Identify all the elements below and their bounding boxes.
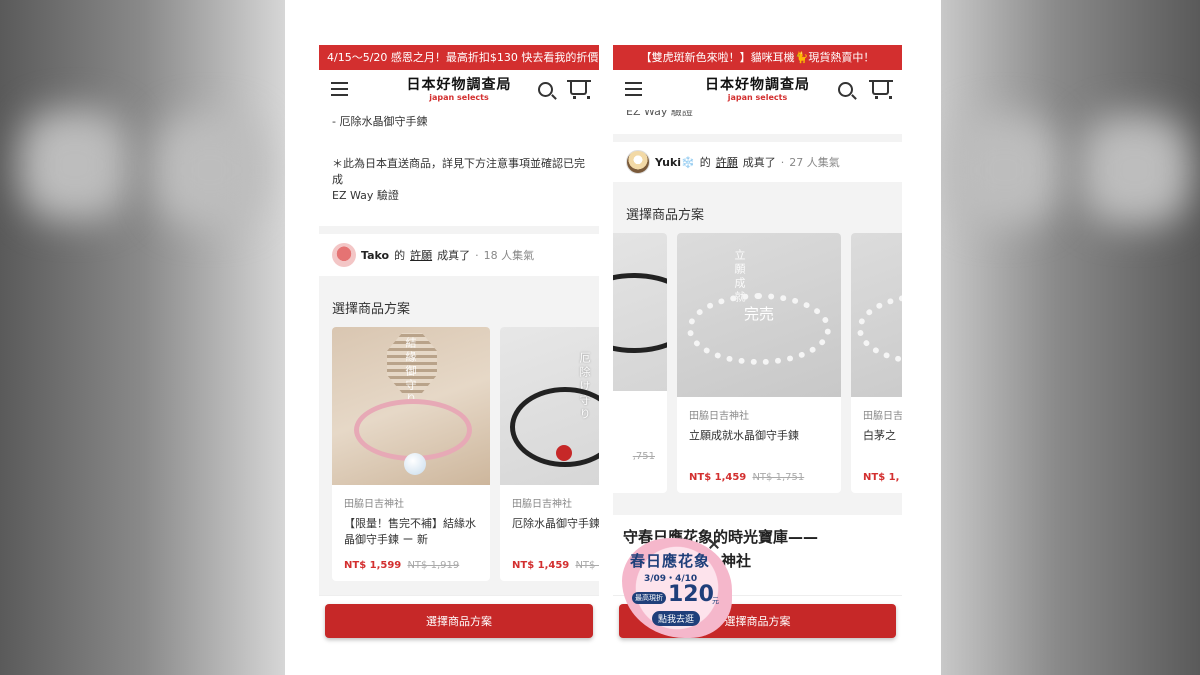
card-title: 厄除水晶御守手鍊 xyxy=(512,517,599,530)
card-price: NT$ 1,459 xyxy=(689,472,747,483)
promo-label: 最高現折 xyxy=(632,592,666,604)
card-price: NT$ 1,459 xyxy=(512,560,570,571)
crystal-bead xyxy=(404,453,426,475)
plan-carousel[interactable]: 結緣御守り 田脇日吉神社 【限量！售完不補】結緣水晶御守手鍊 ー 新 NT$ 1… xyxy=(332,327,599,581)
logo-title: 日本好物調查局 xyxy=(705,77,810,93)
card-price: NT$ 1,599 xyxy=(344,560,402,571)
plan-section-title: 選擇商品方案 xyxy=(332,302,411,317)
bottom-action-bar: 選擇商品方案 xyxy=(319,595,599,645)
card-brand: 田脇日吉神社 xyxy=(344,499,404,510)
wish-username: Yuki❄️ xyxy=(655,155,695,169)
background-blur-shape xyxy=(155,115,265,225)
cart-icon[interactable] xyxy=(869,80,893,99)
section-divider xyxy=(613,134,902,142)
card-brand: 田脇日吉神社 xyxy=(689,411,749,422)
wish-count: 18 人集氣 xyxy=(483,249,535,262)
card-title: 立願成就水晶御守手鍊 xyxy=(689,429,799,442)
site-logo[interactable]: 日本好物調查局 japan selects xyxy=(319,77,599,103)
image-text: 結緣御守り xyxy=(404,337,417,407)
background-blur-shape xyxy=(1080,115,1190,225)
choose-plan-button[interactable]: 選擇商品方案 xyxy=(325,604,593,638)
shipping-note: EZ Way 驗證 xyxy=(332,189,399,202)
promo-title: 春日應花象 xyxy=(630,552,711,570)
wish-separator: · xyxy=(780,155,785,169)
close-icon[interactable] xyxy=(708,538,720,550)
wish-fulfilled-row: Tako 的 許願 成真了 · 18 人集氣 xyxy=(319,234,599,276)
product-image: 厄除け守り xyxy=(500,327,599,485)
wish-fulfilled-row: Yuki❄️ 的 許願 成真了 · 27 人集氣 xyxy=(613,142,902,182)
site-logo[interactable]: 日本好物調查局 japan selects xyxy=(613,77,902,103)
wish-username: Tako xyxy=(361,248,390,262)
product-image xyxy=(613,233,667,391)
cart-icon[interactable] xyxy=(567,80,591,99)
wish-text: 的 xyxy=(394,249,406,262)
plan-card[interactable]: 立願成就 完売 田脇日吉神社 立願成就水晶御守手鍊 NT$ 1,459 NT$ … xyxy=(677,233,841,493)
logo-subtitle: japan selects xyxy=(727,93,788,102)
promo-go-button[interactable]: 點我去逛 xyxy=(652,611,701,626)
avatar xyxy=(332,243,356,267)
bracelet-illustration xyxy=(857,293,902,365)
wish-link[interactable]: 許願 xyxy=(410,247,432,263)
wish-link[interactable]: 許願 xyxy=(716,154,738,170)
site-header: 日本好物調查局 japan selects xyxy=(319,70,599,110)
promo-banner[interactable]: 【雙虎斑新色來啦！】貓咪耳機🐈現貨熱賣中！ xyxy=(613,45,902,70)
plan-card[interactable]: 結緣御守り 田脇日吉神社 【限量！售完不補】結緣水晶御守手鍊 ー 新 NT$ 1… xyxy=(332,327,490,581)
card-title: 白茅之 xyxy=(863,429,896,442)
search-icon[interactable] xyxy=(538,82,553,97)
promo-amount: 120 xyxy=(668,582,714,607)
bracelet-illustration xyxy=(613,273,667,353)
logo-title: 日本好物調查局 xyxy=(406,77,512,93)
background-blur-shape xyxy=(950,115,1060,225)
search-icon[interactable] xyxy=(838,82,853,97)
phone-screen-left: 4/15～5/20 感恩之月！最高折扣$130 快去看我的折價 日本好物調查局 … xyxy=(319,45,599,645)
wish-text: 的 xyxy=(699,156,711,169)
card-brand: 田脇日吉神社 xyxy=(512,499,572,510)
card-title xyxy=(613,407,655,443)
avatar xyxy=(626,150,650,174)
site-header: 日本好物調查局 japan selects xyxy=(613,70,902,110)
plan-section-title: 選擇商品方案 xyxy=(626,208,705,223)
wish-count: 27 人集氣 xyxy=(789,156,840,169)
card-original-price: NT$ 1,751 xyxy=(575,560,599,571)
plan-card[interactable]: 田脇日吉神社 白茅之 NT$ 1, xyxy=(851,233,902,493)
shipping-note: ＊此為日本直送商品，詳見下方注意事項並確認已完成 xyxy=(332,157,585,186)
promo-unit: 元 xyxy=(712,597,719,605)
red-bead xyxy=(556,445,572,461)
product-image xyxy=(851,233,902,397)
plan-section: 選擇商品方案 結緣御守り 田脇日吉神社 【限量！售完不補】結緣水晶御守手鍊 ー … xyxy=(319,284,599,604)
plan-card[interactable]: 厄除け守り 田脇日吉神社 厄除水晶御守手鍊 NT$ 1,459 NT$ 1,75… xyxy=(500,327,599,581)
card-original-price: NT$ 1,919 xyxy=(407,560,460,571)
background-blur-shape xyxy=(20,110,130,220)
section-divider xyxy=(319,226,599,234)
bracelet-illustration xyxy=(354,399,472,461)
wish-text: 成真了 xyxy=(437,249,471,262)
card-original-price: ,751 xyxy=(632,451,655,462)
product-image: 立願成就 完売 xyxy=(677,233,841,397)
description-line: - 厄除水晶御守手鍊 xyxy=(332,115,428,128)
wish-separator: · xyxy=(475,248,479,262)
card-brand: 田脇日吉神社 xyxy=(863,411,902,422)
plan-section: 選擇商品方案 ,751 立願成就 完売 田脇日吉神社 立願成就水晶御守手鍊 NT… xyxy=(613,190,902,515)
spring-promo-badge[interactable]: 春日應花象 3/09・4/10 最高現折 120 元 點我去逛 xyxy=(622,538,732,638)
section-divider xyxy=(319,276,599,284)
product-description: - 厄除水晶御守手鍊 ＊此為日本直送商品，詳見下方注意事項並確認已完成 EZ W… xyxy=(319,110,599,204)
card-original-price: NT$ 1,751 xyxy=(752,472,805,483)
bracelet-illustration xyxy=(510,387,599,467)
wish-text: 成真了 xyxy=(742,156,776,169)
plan-carousel[interactable]: ,751 立願成就 完売 田脇日吉神社 立願成就水晶御守手鍊 NT$ 1,459… xyxy=(613,233,902,493)
plan-card[interactable]: ,751 xyxy=(613,233,667,493)
sold-out-overlay: 完売 xyxy=(743,305,774,323)
card-price: NT$ 1, xyxy=(863,472,900,483)
section-divider xyxy=(613,182,902,190)
card-title: 【限量！售完不補】結緣水晶御守手鍊 ー 新 xyxy=(344,517,476,546)
promo-banner[interactable]: 4/15～5/20 感恩之月！最高折扣$130 快去看我的折價 xyxy=(319,45,599,70)
product-image: 結緣御守り xyxy=(332,327,490,485)
